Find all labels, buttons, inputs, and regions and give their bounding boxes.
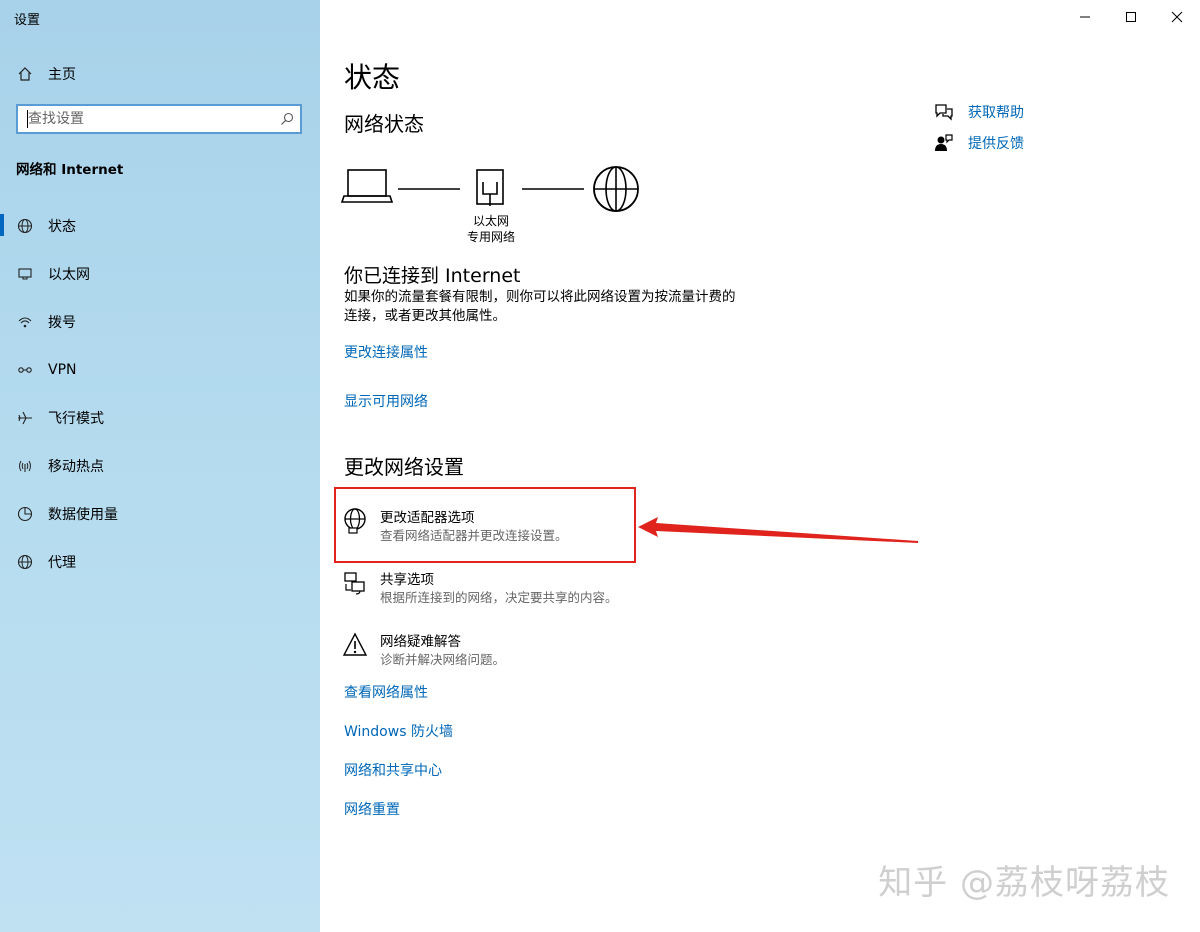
- hotspot-icon: [16, 457, 34, 475]
- sidebar-item-label: 代理: [48, 555, 76, 571]
- connected-text-line1: 如果你的流量套餐有限制，则你可以将此网络设置为按流量计费的: [344, 289, 736, 305]
- change-connection-properties-link[interactable]: 更改连接属性: [344, 342, 428, 362]
- watermark: 知乎 @荔枝呀荔枝: [878, 863, 1170, 903]
- home-icon: [16, 65, 34, 83]
- feedback-link[interactable]: 提供反馈: [934, 133, 1024, 153]
- feedback-person-icon: [935, 134, 953, 151]
- search-box[interactable]: [16, 104, 302, 134]
- option-sharing[interactable]: 共享选项 根据所连接到的网络，决定要共享的内容。: [336, 564, 666, 610]
- sidebar-item-vpn[interactable]: VPN: [16, 358, 77, 382]
- warning-icon: [342, 632, 368, 656]
- connected-heading: 你已连接到 Internet: [344, 265, 521, 287]
- network-sharing-center-link[interactable]: 网络和共享中心: [344, 760, 442, 780]
- option-desc: 诊断并解决网络问题。: [380, 652, 506, 667]
- active-indicator: [0, 214, 4, 236]
- laptop-icon: [340, 169, 394, 203]
- option-desc: 根据所连接到的网络，决定要共享的内容。: [380, 590, 618, 605]
- text-caret: [27, 110, 28, 128]
- sidebar-item-ethernet[interactable]: 以太网: [16, 262, 90, 286]
- option-title: 共享选项: [380, 572, 434, 588]
- search-input[interactable]: [18, 106, 278, 132]
- dialup-icon: [16, 313, 34, 331]
- page-title: 状态: [344, 61, 401, 94]
- maximize-button[interactable]: [1108, 4, 1154, 30]
- close-icon: [1171, 11, 1183, 23]
- network-reset-link[interactable]: 网络重置: [344, 799, 400, 819]
- view-network-properties-link[interactable]: 查看网络属性: [344, 682, 428, 702]
- sidebar-item-label: VPN: [48, 362, 77, 378]
- connected-text: 如果你的流量套餐有限制，则你可以将此网络设置为按流量计费的 连接，或者更改其他属…: [344, 288, 736, 326]
- sidebar-item-label: 状态: [48, 219, 76, 235]
- globe-status-icon: [16, 217, 34, 235]
- sidebar-item-status[interactable]: 状态: [16, 214, 76, 238]
- sidebar-item-label: 移动热点: [48, 459, 104, 475]
- diagram-label-line2: 专用网络: [466, 230, 515, 244]
- search-icon[interactable]: [280, 112, 294, 126]
- minimize-icon: [1080, 16, 1090, 18]
- sidebar-item-proxy[interactable]: 代理: [16, 550, 76, 574]
- sidebar-item-label: 以太网: [48, 267, 90, 283]
- vpn-icon: [16, 361, 34, 379]
- network-status-heading: 网络状态: [344, 112, 424, 136]
- diagram-label-line1: 以太网: [472, 214, 509, 228]
- sidebar-home-label: 主页: [48, 67, 76, 83]
- annotation-arrow: [638, 517, 918, 543]
- sidebar-section-title: 网络和 Internet: [16, 162, 124, 178]
- sidebar-item-airplane[interactable]: 飞行模式: [16, 406, 104, 430]
- diagram-label: 以太网 专用网络: [446, 213, 536, 245]
- help-chat-icon: [935, 104, 953, 121]
- sharing-icon: [344, 572, 365, 595]
- sidebar-item-label: 飞行模式: [48, 411, 104, 427]
- highlight-box: [334, 487, 636, 563]
- sidebar-item-label: 数据使用量: [48, 507, 118, 523]
- internet-globe-icon: [593, 166, 639, 212]
- sidebar-item-dialup[interactable]: 拨号: [16, 310, 76, 334]
- windows-firewall-link[interactable]: Windows 防火墙: [344, 721, 453, 741]
- feedback-label: 提供反馈: [968, 136, 1024, 152]
- window-title: 设置: [14, 13, 41, 28]
- show-available-networks-link[interactable]: 显示可用网络: [344, 391, 428, 411]
- get-help-label: 获取帮助: [968, 105, 1024, 121]
- option-title: 网络疑难解答: [380, 634, 461, 650]
- change-settings-heading: 更改网络设置: [344, 455, 464, 479]
- ethernet-port-icon: [476, 169, 504, 206]
- close-button[interactable]: [1154, 4, 1200, 30]
- option-troubleshoot[interactable]: 网络疑难解答 诊断并解决网络问题。: [336, 626, 636, 672]
- proxy-globe-icon: [16, 553, 34, 571]
- ethernet-icon: [16, 265, 34, 283]
- sidebar-home[interactable]: 主页: [16, 62, 76, 86]
- sidebar-item-hotspot[interactable]: 移动热点: [16, 454, 104, 478]
- maximize-icon: [1126, 12, 1136, 22]
- network-diagram: [340, 166, 639, 212]
- connected-text-line2: 连接，或者更改其他属性。: [344, 308, 506, 324]
- get-help-link[interactable]: 获取帮助: [934, 102, 1024, 122]
- minimize-button[interactable]: [1062, 4, 1108, 30]
- sidebar-item-data-usage[interactable]: 数据使用量: [16, 502, 118, 526]
- airplane-icon: [16, 409, 34, 427]
- sidebar-item-label: 拨号: [48, 315, 76, 331]
- data-usage-icon: [16, 505, 34, 523]
